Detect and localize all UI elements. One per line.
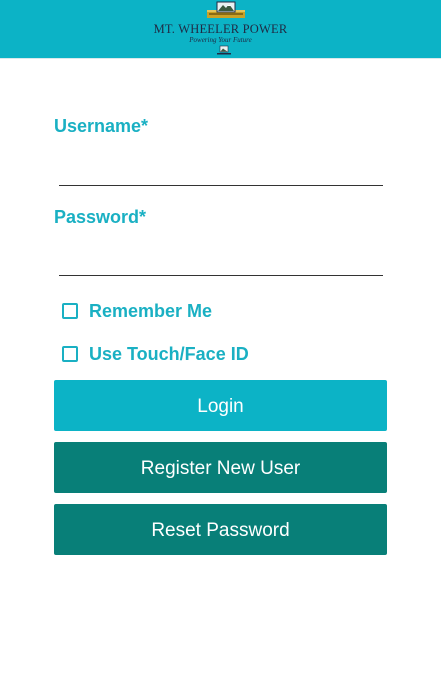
mountain-emblem-icon <box>207 1 245 18</box>
login-button[interactable]: Login <box>54 380 387 431</box>
company-logo: MT. WHEELER POWER Powering Your Future <box>0 0 441 58</box>
remember-me-label[interactable]: Remember Me <box>89 301 212 322</box>
brand-tagline: Powering Your Future <box>189 36 252 44</box>
reset-password-button[interactable]: Reset Password <box>54 504 387 555</box>
app-header: MT. WHEELER POWER Powering Your Future <box>0 0 441 59</box>
touch-face-id-checkbox[interactable] <box>62 346 78 362</box>
touch-face-id-label[interactable]: Use Touch/Face ID <box>89 344 249 365</box>
brand-name: MT. WHEELER POWER <box>153 22 288 36</box>
username-input[interactable] <box>59 149 383 186</box>
password-input[interactable] <box>59 239 383 276</box>
password-label: Password* <box>54 207 147 227</box>
remember-me-checkbox[interactable] <box>62 303 78 319</box>
small-emblem-icon <box>217 45 231 55</box>
username-label: Username* <box>54 116 149 136</box>
register-new-user-button[interactable]: Register New User <box>54 442 387 493</box>
